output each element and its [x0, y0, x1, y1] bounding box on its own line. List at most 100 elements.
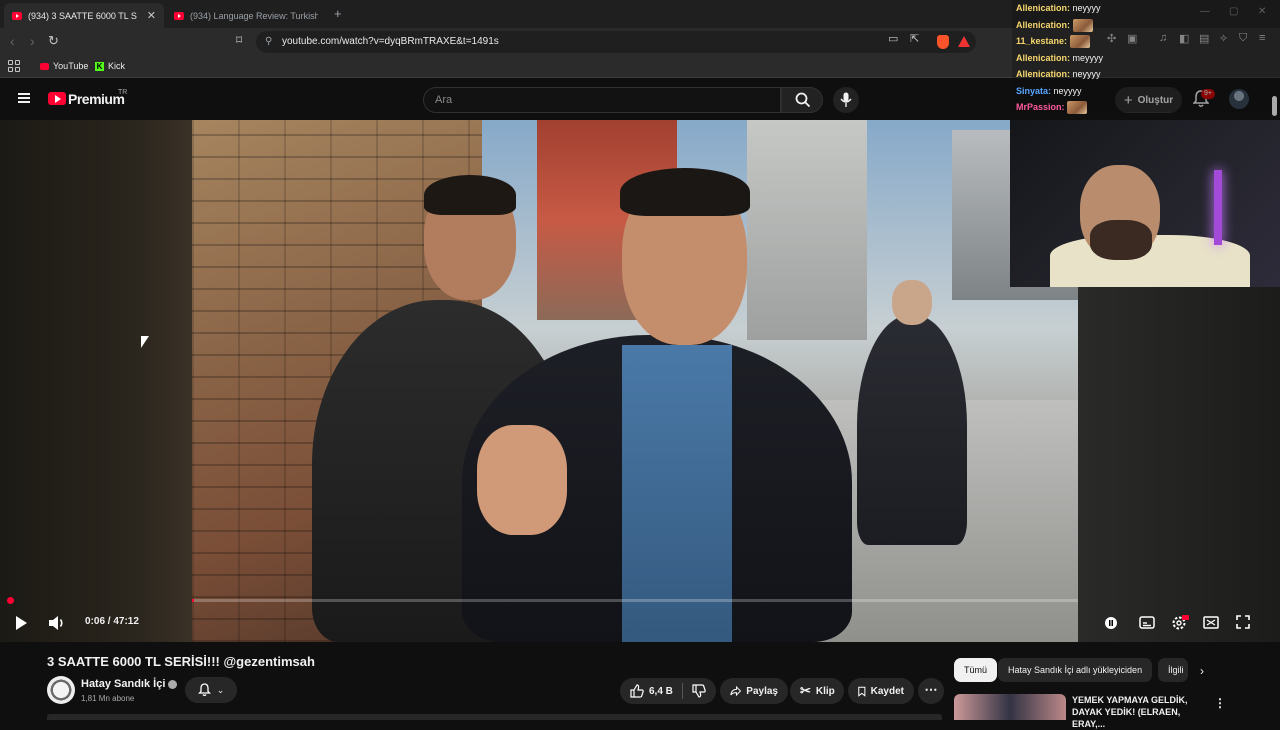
- video-title: 3 SAATTE 6000 TL SERİSİ!!! @gezentimsah: [47, 654, 315, 669]
- youtube-icon: [40, 62, 49, 70]
- recommended-title[interactable]: YEMEK YAPMAYA GELDİK, DAYAK YEDİK! (ELRA…: [1072, 694, 1212, 730]
- chat-text: neyyyy: [1072, 3, 1101, 13]
- channel-avatar[interactable]: [47, 676, 75, 704]
- description-box[interactable]: [47, 714, 942, 720]
- theater-mode-icon[interactable]: [1203, 616, 1219, 629]
- like-button[interactable]: 6,4 B: [630, 684, 673, 698]
- chat-text: neyyyy: [1053, 85, 1082, 96]
- autoplay-toggle-icon[interactable]: [1104, 616, 1118, 630]
- bookmark-icon[interactable]: ⌑: [236, 33, 242, 47]
- share-label: Paylaş: [746, 685, 778, 697]
- subscription-bell-button[interactable]: ⌄: [185, 677, 237, 703]
- chat-emote-icon: [1072, 18, 1093, 32]
- save-button[interactable]: Kaydet: [848, 678, 914, 704]
- ambient-glow-left: [0, 120, 192, 642]
- brave-shield-icon[interactable]: [937, 35, 949, 49]
- chips-next-chevron-icon[interactable]: ›: [1200, 664, 1204, 678]
- tab-title: (934) Language Review: Turkish - Yo: [190, 10, 318, 21]
- person-center-hand: [477, 425, 567, 535]
- tab-close-icon[interactable]: ✕: [147, 9, 156, 22]
- save-bookmark-icon: [858, 686, 866, 697]
- person-left-hair: [424, 175, 516, 215]
- scissors-icon: ✂: [800, 683, 811, 698]
- share-icon[interactable]: ⇱: [910, 32, 919, 45]
- fullscreen-icon[interactable]: [1236, 615, 1250, 629]
- pedestrian: [857, 315, 967, 545]
- save-label: Kaydet: [870, 685, 904, 697]
- more-actions-icon[interactable]: ⋯: [918, 678, 944, 704]
- apps-icon[interactable]: [8, 60, 20, 72]
- forward-icon[interactable]: ›: [30, 33, 35, 49]
- progress-scrubber[interactable]: [7, 597, 14, 604]
- chip-from-uploader[interactable]: Hatay Sandık İçi adlı yükleyiciden: [998, 658, 1153, 682]
- voice-search-button[interactable]: [833, 87, 859, 113]
- chat-message: Allenication: neyyyy: [1016, 66, 1266, 83]
- chat-text: meyyyy: [1072, 52, 1104, 63]
- background-building: [747, 120, 867, 340]
- person-center-shirt: [622, 345, 732, 642]
- region-code: TR: [118, 89, 128, 96]
- rewards-icon[interactable]: [958, 36, 970, 47]
- browser-tab-active[interactable]: (934) 3 SAATTE 6000 TL SERİSİ!!! ✕: [4, 3, 164, 28]
- play-icon[interactable]: [14, 615, 28, 631]
- guide-menu-icon[interactable]: [18, 93, 30, 103]
- microphone-icon: [840, 92, 852, 107]
- streamer-beard: [1090, 220, 1152, 260]
- search-icon: [795, 92, 811, 108]
- progress-bar[interactable]: [192, 599, 1078, 602]
- chip-related[interactable]: İlgili: [1158, 658, 1188, 682]
- kick-icon: K: [95, 61, 104, 71]
- share-button[interactable]: Paylaş: [720, 678, 788, 704]
- chat-emote-icon: [1067, 101, 1088, 115]
- subtitles-icon[interactable]: [1139, 616, 1155, 629]
- logo-text[interactable]: Premium: [68, 91, 125, 107]
- chat-message: MrPassion:: [1016, 99, 1266, 116]
- clip-button[interactable]: ✂ Klip: [790, 678, 844, 704]
- bookmark-kick[interactable]: K Kick: [95, 61, 125, 71]
- channel-name[interactable]: Hatay Sandık İçi: [81, 678, 178, 690]
- thumbs-up-icon: [630, 684, 644, 698]
- cast-icon[interactable]: ▭: [888, 32, 898, 45]
- video-player[interactable]: 0:06 / 47:12: [0, 120, 1280, 642]
- chip-all[interactable]: Tümü: [954, 658, 998, 682]
- stream-chat-overlay: Allenication: neyyyy Allenication: 11_kes…: [1016, 0, 1266, 116]
- address-bar[interactable]: ⚲ youtube.com/watch?v=dyqBRmTRAXE&t=1491…: [256, 31, 976, 53]
- chat-username: MrPassion:: [1016, 102, 1065, 112]
- rgb-light: [1214, 170, 1222, 245]
- chat-username: Allenication:: [1016, 52, 1071, 63]
- clip-label: Klip: [815, 685, 835, 697]
- site-info-icon[interactable]: ⚲: [265, 31, 272, 53]
- bookmark-youtube[interactable]: YouTube: [40, 61, 88, 71]
- person-center-hair: [620, 168, 750, 216]
- youtube-logo-icon[interactable]: [48, 92, 66, 105]
- volume-icon[interactable]: [48, 615, 66, 631]
- chat-emote-icon: [1069, 35, 1090, 49]
- chat-message: Allenication:: [1016, 17, 1266, 34]
- divider: [681, 683, 683, 699]
- bookmark-label: YouTube: [53, 61, 89, 71]
- channel-name-text: Hatay Sandık İçi: [81, 678, 166, 690]
- mouse-cursor-icon: [141, 336, 149, 348]
- chat-message: Allenication: neyyyy: [1016, 0, 1266, 17]
- youtube-favicon-icon: [174, 11, 184, 20]
- bookmark-label: Kick: [108, 61, 126, 71]
- chat-username: Sinyata:: [1016, 85, 1052, 96]
- page-scrollbar[interactable]: [1272, 96, 1277, 116]
- video-frame[interactable]: [192, 120, 1078, 642]
- youtube-favicon-icon: [12, 11, 22, 20]
- recommended-menu-icon[interactable]: ⋮: [1214, 696, 1226, 710]
- tab-title: (934) 3 SAATTE 6000 TL SERİSİ!!!: [28, 10, 137, 21]
- new-tab-icon[interactable]: +: [334, 6, 342, 21]
- search-button[interactable]: [781, 87, 823, 113]
- chat-message: 11_kestane:: [1016, 33, 1266, 50]
- settings-gear-icon[interactable]: [1171, 614, 1189, 632]
- thumbs-down-icon[interactable]: [692, 684, 706, 698]
- progress-fill: [192, 599, 194, 602]
- chat-text: neyyyy: [1072, 69, 1101, 79]
- recommended-thumbnail[interactable]: [954, 694, 1066, 720]
- reload-icon[interactable]: ↻: [48, 33, 59, 49]
- streamer-webcam-overlay: [1010, 120, 1280, 287]
- browser-tab[interactable]: (934) Language Review: Turkish - Yo: [166, 3, 326, 28]
- search-input[interactable]: Ara: [423, 87, 781, 113]
- back-icon[interactable]: ‹: [10, 33, 15, 49]
